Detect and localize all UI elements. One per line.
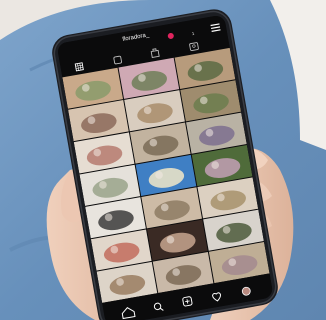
photo-scene: floradora_ 1: [0, 0, 326, 320]
